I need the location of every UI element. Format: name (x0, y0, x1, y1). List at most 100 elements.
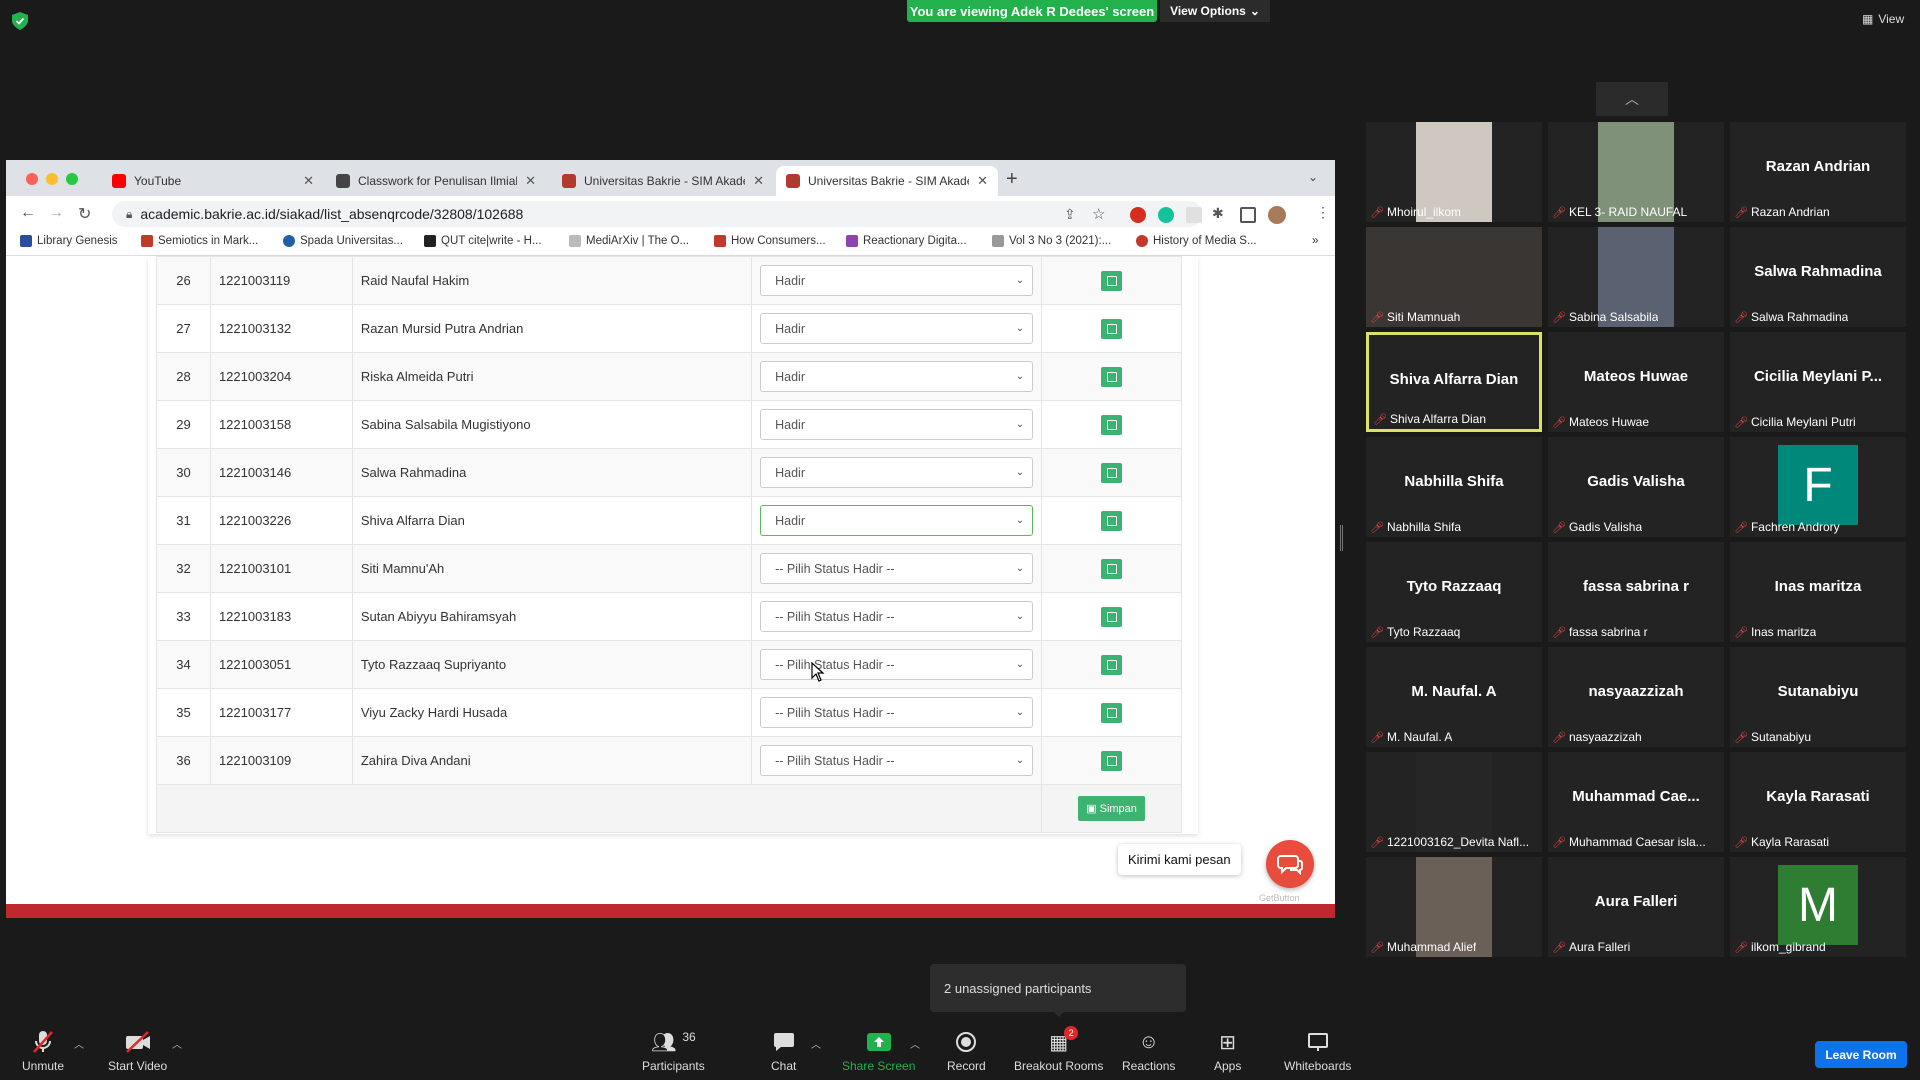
view-options-button[interactable]: View Options ⌄ (1160, 0, 1270, 22)
chat-options-caret-icon[interactable]: ︿ (811, 1036, 821, 1051)
gallery-scroll-up-button[interactable]: ︿ (1596, 82, 1668, 116)
browser-tab[interactable]: YouTube ✕ (102, 166, 324, 196)
video-options-caret-icon[interactable]: ︿ (172, 1036, 182, 1051)
share-options-caret-icon[interactable]: ︿ (910, 1036, 920, 1051)
unassigned-participants-popup[interactable]: 2 unassigned participants (930, 964, 1186, 1012)
security-shield-icon[interactable] (12, 12, 28, 30)
share-screen-button[interactable]: Share Screen (842, 1030, 915, 1073)
apps-button[interactable]: ⊞ Apps (1214, 1030, 1241, 1074)
bookmark-item[interactable]: QUT cite|write - H... (424, 235, 542, 247)
leave-room-button[interactable]: Leave Room (1815, 1041, 1907, 1068)
participant-tile[interactable]: Inas maritza 🎤︎ Inas maritza (1730, 542, 1906, 642)
participant-tile[interactable]: Shiva Alfarra Dian 🎤︎ Shiva Alfarra Dian (1366, 332, 1542, 432)
start-video-button[interactable]: Start Video (108, 1030, 167, 1073)
attendance-status-select[interactable]: Hadir ⌄ (760, 505, 1034, 536)
reload-icon[interactable]: ↻ (78, 204, 91, 224)
save-row-button[interactable] (1101, 558, 1123, 579)
save-row-button[interactable] (1101, 654, 1123, 675)
attendance-status-select[interactable]: -- Pilih Status Hadir -- ⌄ (760, 697, 1034, 728)
save-row-button[interactable] (1101, 510, 1123, 531)
attendance-status-select[interactable]: Hadir ⌄ (760, 409, 1034, 440)
attendance-status-select[interactable]: Hadir ⌄ (760, 457, 1034, 488)
chat-button[interactable]: Chat (771, 1030, 796, 1073)
attendance-status-select[interactable]: -- Pilih Status Hadir -- ⌄ (760, 601, 1034, 632)
participant-tile[interactable]: Tyto Razzaaq 🎤︎ Tyto Razzaaq (1366, 542, 1542, 642)
participant-tile[interactable]: 🎤︎ Mhoirul_ilkom (1366, 122, 1542, 222)
participant-tile[interactable]: Kayla Rarasati 🎤︎ Kayla Rarasati (1730, 752, 1906, 852)
getbutton-credit[interactable]: GetButton (1259, 893, 1300, 903)
participant-tile[interactable]: M. Naufal. A 🎤︎ M. Naufal. A (1366, 647, 1542, 747)
bookmark-star-icon[interactable]: ☆ (1092, 205, 1105, 223)
profile-avatar[interactable] (1268, 206, 1286, 224)
participant-tile[interactable]: F 🎤︎ Fachren Androry (1730, 437, 1906, 537)
save-row-button[interactable] (1101, 366, 1123, 387)
panel-resize-handle[interactable] (1340, 525, 1343, 551)
bookmark-item[interactable]: Semiotics in Mark... (141, 235, 258, 247)
window-minimize-dot[interactable] (46, 173, 58, 185)
save-row-button[interactable] (1101, 606, 1123, 627)
attendance-status-select[interactable]: -- Pilih Status Hadir -- ⌄ (760, 649, 1034, 680)
puzzle-extensions-icon[interactable]: ✱ (1212, 205, 1224, 222)
participants-button[interactable]: 👥︎ 36 Participants (642, 1030, 705, 1073)
save-row-button[interactable] (1101, 750, 1123, 771)
participant-tile[interactable]: M 🎤︎ ilkom_gibrand (1730, 857, 1906, 957)
save-row-button[interactable] (1101, 270, 1123, 291)
participant-tile[interactable]: Gadis Valisha 🎤︎ Gadis Valisha (1548, 437, 1724, 537)
whiteboards-button[interactable]: Whiteboards (1284, 1030, 1351, 1073)
reactions-button[interactable]: ☺︎ Reactions (1122, 1030, 1175, 1074)
attendance-status-select[interactable]: -- Pilih Status Hadir -- ⌄ (760, 553, 1034, 584)
simpan-button[interactable]: ▣ Simpan (1078, 796, 1145, 821)
forward-arrow-icon[interactable]: → (48, 204, 64, 222)
participant-tile[interactable]: Cicilia Meylani P... 🎤︎ Cicilia Meylani Pu… (1730, 332, 1906, 432)
bookmark-item[interactable]: Reactionary Digita... (846, 235, 967, 247)
participant-tile[interactable]: Aura Falleri 🎤︎ Aura Falleri (1548, 857, 1724, 957)
participant-tile[interactable]: Salwa Rahmadina 🎤︎ Salwa Rahmadina (1730, 227, 1906, 327)
view-layout-button[interactable]: ▦ View (1862, 12, 1904, 26)
save-row-button[interactable] (1101, 462, 1123, 483)
bookmark-item[interactable]: Library Genesis (20, 235, 118, 247)
participant-tile[interactable]: fassa sabrina r 🎤︎ fassa sabrina r (1548, 542, 1724, 642)
attendance-status-select[interactable]: Hadir ⌄ (760, 313, 1034, 344)
participant-tile[interactable]: Nabhilla Shifa 🎤︎ Nabhilla Shifa (1366, 437, 1542, 537)
record-button[interactable]: Record (947, 1030, 986, 1073)
attendance-status-select[interactable]: Hadir ⌄ (760, 361, 1034, 392)
save-row-button[interactable] (1101, 414, 1123, 435)
bookmark-item[interactable]: Spada Universitas... (283, 235, 403, 247)
attendance-status-select[interactable]: -- Pilih Status Hadir -- ⌄ (760, 745, 1034, 776)
bookmark-item[interactable]: History of Media S... (1136, 235, 1257, 247)
close-icon[interactable]: ✕ (525, 173, 536, 189)
new-tab-button[interactable]: + (1006, 168, 1018, 191)
share-icon[interactable]: ⇪ (1064, 206, 1076, 223)
breakout-rooms-button[interactable]: ▦ 2 Breakout Rooms (1014, 1026, 1103, 1073)
unmute-button[interactable]: Unmute (22, 1030, 64, 1073)
participant-tile[interactable]: 🎤︎ Muhammad Alief (1366, 857, 1542, 957)
grammarly-extension-icon[interactable] (1158, 207, 1174, 223)
browser-tab[interactable]: Universitas Bakrie - SIM Akade ✕ (552, 166, 774, 196)
participant-tile[interactable]: nasyaazzizah 🎤︎ nasyaazzizah (1548, 647, 1724, 747)
bookmark-item[interactable]: How Consumers... (714, 235, 826, 247)
close-icon[interactable]: ✕ (303, 173, 314, 189)
window-zoom-dot[interactable] (66, 173, 78, 185)
participant-tile[interactable]: 🎤︎ Siti Mamnuah (1366, 227, 1542, 327)
save-row-button[interactable] (1101, 318, 1123, 339)
back-arrow-icon[interactable]: ← (20, 204, 36, 222)
attendance-status-select[interactable]: Hadir ⌄ (760, 265, 1034, 296)
tab-search-chevron-icon[interactable]: ⌄ (1308, 170, 1318, 184)
chat-bubble-button[interactable] (1266, 840, 1314, 888)
participant-tile[interactable]: Muhammad Cae... 🎤︎ Muhammad Caesar isla... (1548, 752, 1724, 852)
bookmark-item[interactable]: MediArXiv | The O... (569, 235, 689, 247)
audio-options-caret-icon[interactable]: ︿ (74, 1036, 84, 1051)
close-icon[interactable]: ✕ (977, 173, 988, 189)
participant-tile[interactable]: Sutanabiyu 🎤︎ Sutanabiyu (1730, 647, 1906, 747)
browser-tab-active[interactable]: Universitas Bakrie - SIM Akade ✕ (776, 166, 998, 196)
browser-tab[interactable]: Classwork for Penulisan Ilmiah ✕ (326, 166, 546, 196)
adblock-extension-icon[interactable] (1130, 207, 1146, 223)
save-row-button[interactable] (1101, 702, 1123, 723)
participant-tile[interactable]: 🎤︎ Sabina Salsabila (1548, 227, 1724, 327)
bookmark-item[interactable]: Vol 3 No 3 (2021):... (992, 235, 1111, 247)
address-bar[interactable]: 🔒︎ academic.bakrie.ac.id/siakad/list_abs… (112, 201, 1202, 227)
side-panel-icon[interactable] (1240, 207, 1256, 223)
participant-tile[interactable]: Razan Andrian 🎤︎ Razan Andrian (1730, 122, 1906, 222)
kebab-menu-icon[interactable]: ⋮ (1316, 204, 1330, 221)
window-close-dot[interactable] (26, 173, 38, 185)
